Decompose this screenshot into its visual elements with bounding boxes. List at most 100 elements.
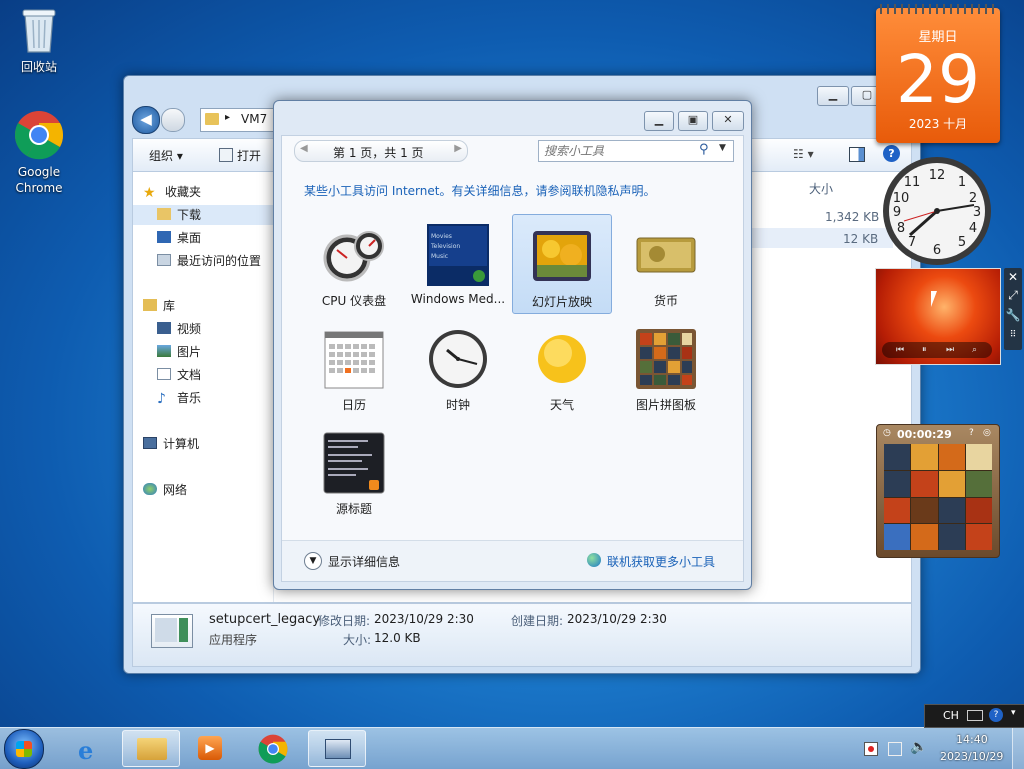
- puzzle-board[interactable]: [884, 444, 992, 550]
- expand-chevron-icon[interactable]: ▼: [304, 552, 322, 570]
- recycle-bin-icon: [21, 8, 57, 54]
- keyboard-icon[interactable]: [967, 710, 983, 721]
- svg-text:11: 11: [904, 175, 921, 190]
- puzzle-tile[interactable]: [911, 444, 938, 470]
- close-button[interactable]: ✕: [712, 111, 744, 131]
- gadget-tile-clock[interactable]: 时钟: [408, 318, 508, 418]
- puzzle-tile[interactable]: [938, 470, 965, 497]
- view-options-icon[interactable]: ☷ ▾: [793, 147, 814, 161]
- search-icon[interactable]: ⚲: [699, 142, 709, 157]
- slideshow-controls: ⏮ ⏸ ⏭ ⌕: [882, 342, 992, 358]
- minimize-button[interactable]: ▁: [644, 111, 674, 131]
- close-icon[interactable]: ✕: [1004, 268, 1022, 286]
- show-desktop-button[interactable]: [1012, 728, 1024, 769]
- language-bar: CH ? ▾: [924, 704, 1024, 728]
- music-icon: ♪: [157, 391, 166, 407]
- puzzle-help-icon[interactable]: ?: [969, 428, 974, 438]
- view-icon[interactable]: ⌕: [972, 342, 977, 358]
- puzzle-tile[interactable]: [911, 470, 938, 497]
- gadget-tile-calendar[interactable]: 日历: [304, 318, 404, 418]
- taskbar-gadgets-button[interactable]: [308, 730, 366, 767]
- puzzle-tile[interactable]: [884, 470, 911, 497]
- pause-icon[interactable]: ⏸: [922, 342, 927, 358]
- preview-pane-icon[interactable]: [849, 147, 865, 162]
- gadget-label: 图片拼图板: [635, 398, 696, 412]
- nav-network[interactable]: 网络: [143, 480, 187, 500]
- picture-puzzle-gadget[interactable]: ◷ 00:00:29 ? ◎: [876, 424, 1000, 558]
- show-details-button[interactable]: 显示详细信息: [328, 553, 400, 570]
- ime-indicator[interactable]: CH: [943, 709, 959, 722]
- clock-gadget[interactable]: 12 1 2 345 678 9 10 11: [876, 155, 998, 267]
- nav-music[interactable]: ♪ 音乐: [157, 388, 201, 408]
- next-page-button[interactable]: ▶: [454, 143, 462, 154]
- previous-slide-icon[interactable]: ⏮: [896, 342, 904, 358]
- open-button[interactable]: 打开: [237, 147, 261, 164]
- gadget-gallery-dialog[interactable]: ▁ ▣ ✕ ◀ 第 1 页，共 1 页 ▶ ⚲ ▼ 某些小工具访问 Intern…: [273, 100, 752, 590]
- taskbar-media-player-button[interactable]: ▶: [182, 730, 240, 767]
- gadget-tile-puzzle[interactable]: 图片拼图板: [616, 318, 716, 418]
- volume-icon[interactable]: 🔈: [910, 739, 927, 755]
- nav-favorites[interactable]: ★ 收藏夹: [143, 182, 201, 202]
- help-icon[interactable]: ?: [989, 708, 1003, 722]
- flag-icon[interactable]: [864, 742, 878, 756]
- taskbar-ie-button[interactable]: e: [62, 730, 120, 767]
- nav-computer[interactable]: 计算机: [143, 434, 199, 454]
- puzzle-tile[interactable]: [965, 470, 992, 497]
- puzzle-tile[interactable]: [965, 497, 992, 524]
- gadget-tile-slideshow[interactable]: 幻灯片放映: [512, 214, 612, 314]
- puzzle-tile[interactable]: [965, 524, 992, 550]
- nav-library[interactable]: 库: [143, 296, 175, 316]
- nav-recent[interactable]: 最近访问的位置: [157, 251, 261, 271]
- file-explorer-icon: [137, 738, 167, 760]
- desktop-icon-recycle-bin[interactable]: 回收站: [3, 8, 75, 75]
- internet-notice[interactable]: 某些小工具访问 Internet。有关详细信息，请参阅联机隐私声明。: [304, 182, 655, 199]
- svg-text:Music: Music: [431, 253, 448, 260]
- minimize-button[interactable]: ▁: [817, 86, 849, 106]
- puzzle-tile[interactable]: [965, 444, 992, 470]
- gadget-tile-media-center[interactable]: Movies Television Music Windows Med...: [408, 214, 508, 314]
- gadget-tile-cpu-meter[interactable]: CPU 仪表盘: [304, 214, 404, 314]
- puzzle-tile[interactable]: [938, 524, 965, 550]
- nav-pictures[interactable]: 图片: [157, 342, 201, 362]
- puzzle-tile[interactable]: [884, 444, 911, 470]
- desktop-icon-chrome[interactable]: Google Chrome: [3, 110, 75, 196]
- gadget-tile-currency[interactable]: 货币: [616, 214, 716, 314]
- nav-desktop[interactable]: 桌面: [157, 228, 201, 248]
- puzzle-tile[interactable]: [884, 524, 911, 550]
- column-header-size[interactable]: 大小: [809, 180, 833, 197]
- start-button[interactable]: [4, 729, 44, 769]
- gadget-search-input[interactable]: [542, 143, 696, 159]
- nav-videos[interactable]: 视频: [157, 319, 201, 339]
- options-wrench-icon[interactable]: 🔧: [1004, 304, 1022, 326]
- taskbar-explorer-button[interactable]: [122, 730, 180, 767]
- gadget-tile-feed-headlines[interactable]: 源标题: [304, 422, 404, 522]
- nav-documents[interactable]: 文档: [157, 365, 201, 385]
- gadget-tile-weather[interactable]: 天气: [512, 318, 612, 418]
- chevron-down-icon[interactable]: ▼: [719, 143, 726, 153]
- clock-date[interactable]: 2023/10/29: [940, 750, 1003, 763]
- previous-page-button[interactable]: ◀: [300, 143, 308, 154]
- restore-button[interactable]: ▣: [678, 111, 708, 131]
- drag-handle-icon[interactable]: ⠿: [1004, 326, 1022, 344]
- pictures-icon: [157, 345, 171, 357]
- clock-time[interactable]: 14:40: [956, 733, 988, 746]
- organize-button[interactable]: 组织 ▾: [149, 147, 183, 164]
- back-button[interactable]: ◀: [132, 106, 160, 134]
- language-bar-options-icon[interactable]: ▾: [1011, 708, 1016, 718]
- gadget-search-box[interactable]: ⚲ ▼: [538, 140, 734, 162]
- next-slide-icon[interactable]: ⏭: [946, 342, 954, 358]
- network-icon[interactable]: [888, 742, 902, 756]
- slideshow-gadget[interactable]: ⏮ ⏸ ⏭ ⌕: [875, 268, 1001, 365]
- forward-button[interactable]: [161, 108, 185, 132]
- puzzle-tile[interactable]: [911, 524, 938, 550]
- nav-downloads[interactable]: 下载: [133, 205, 273, 225]
- puzzle-tile[interactable]: [938, 497, 965, 524]
- puzzle-tile[interactable]: [884, 497, 911, 524]
- calendar-gadget[interactable]: 星期日 29 2023 十月: [876, 4, 1000, 143]
- taskbar-chrome-button[interactable]: [244, 730, 302, 767]
- get-more-gadgets-link[interactable]: 联机获取更多小工具: [607, 553, 715, 570]
- puzzle-tile[interactable]: [911, 497, 938, 524]
- puzzle-solve-icon[interactable]: ◎: [983, 428, 991, 438]
- puzzle-tile[interactable]: [938, 444, 965, 470]
- larger-size-icon[interactable]: ⤢: [1004, 286, 1022, 304]
